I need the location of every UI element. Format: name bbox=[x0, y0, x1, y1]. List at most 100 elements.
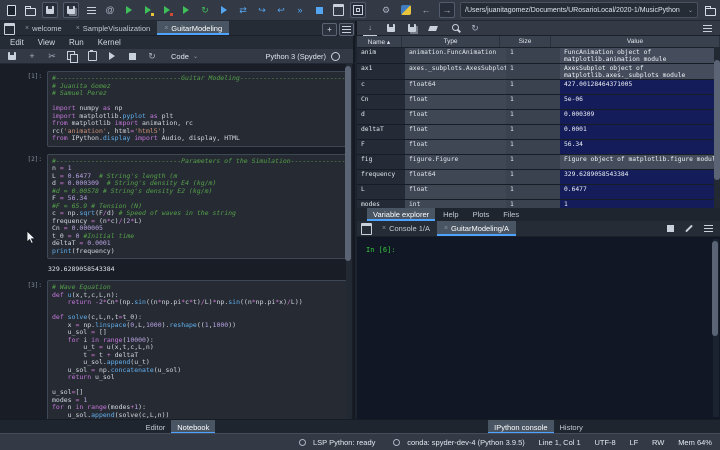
cell-code[interactable]: #--------------------------------Paramet… bbox=[47, 154, 347, 260]
close-tab-icon[interactable]: × bbox=[444, 225, 448, 232]
inspect-icon[interactable] bbox=[682, 222, 696, 236]
create-cell-icon[interactable] bbox=[84, 3, 98, 17]
cell-code[interactable]: #--------------------------------Guitar … bbox=[47, 71, 347, 147]
close-tab-icon[interactable]: × bbox=[25, 25, 29, 32]
debug-step-icon[interactable]: ⇄ bbox=[236, 3, 250, 17]
column-header-name[interactable]: Name ▴ bbox=[357, 36, 402, 47]
tools-wrench-icon[interactable]: ⚙ bbox=[379, 3, 393, 17]
variable-row-modes[interactable]: modesint11 bbox=[357, 200, 720, 208]
browse-tabs-icon[interactable] bbox=[2, 22, 16, 36]
menu-kernel[interactable]: Kernel bbox=[98, 38, 121, 47]
variable-row-c[interactable]: cfloat641427.00128464371005 bbox=[357, 80, 720, 95]
variable-value[interactable]: AxesSubplot object of matplotlib.axes._s… bbox=[560, 64, 720, 79]
variable-row-ax1[interactable]: ax1axes._subplots.AxesSubplot1AxesSubplo… bbox=[357, 64, 720, 80]
options-menu-icon[interactable] bbox=[339, 23, 354, 36]
close-tab-icon[interactable]: × bbox=[382, 225, 386, 232]
debug-step-into-icon[interactable]: ↪ bbox=[255, 3, 269, 17]
menu-view[interactable]: View bbox=[38, 38, 55, 47]
mode-tab-editor[interactable]: Editor bbox=[140, 420, 172, 434]
console-tab-GuitarModeling-A[interactable]: ×GuitarModeling/A bbox=[437, 221, 516, 236]
debug-step-return-icon[interactable]: ↩ bbox=[274, 3, 288, 17]
notebook-editor-pane[interactable]: [1]:#--------------------------------Gui… bbox=[0, 64, 355, 419]
pane-tab-variable-explorer[interactable]: Variable explorer bbox=[367, 208, 435, 221]
interrupt-kernel-icon[interactable] bbox=[663, 222, 677, 236]
refresh-icon[interactable]: ↻ bbox=[468, 21, 482, 35]
new-tab-icon[interactable]: + bbox=[322, 23, 337, 36]
pane-tab-files[interactable]: Files bbox=[497, 208, 525, 221]
variable-row-d[interactable]: dfloat10.000309 bbox=[357, 110, 720, 125]
variable-value[interactable]: 329.6289058543384 bbox=[560, 170, 720, 184]
browse-tabs-icon[interactable] bbox=[359, 222, 373, 236]
variable-row-deltaT[interactable]: deltaTfloat10.0001 bbox=[357, 125, 720, 140]
search-icon[interactable] bbox=[447, 21, 461, 35]
save-notebook-icon[interactable] bbox=[5, 49, 19, 63]
save-data-as-icon[interactable] bbox=[405, 21, 419, 35]
close-tab-icon[interactable]: × bbox=[164, 25, 168, 32]
run-icon[interactable] bbox=[105, 49, 119, 63]
mode-tab-notebook[interactable]: Notebook bbox=[171, 420, 215, 434]
variable-value[interactable]: 0.0001 bbox=[560, 125, 720, 139]
pane-tab-ipython-console[interactable]: IPython console bbox=[488, 420, 553, 434]
variable-value[interactable]: Figure object of matplotlib.figure modul… bbox=[560, 155, 720, 169]
menu-edit[interactable]: Edit bbox=[10, 38, 24, 47]
remove-variables-icon[interactable] bbox=[426, 21, 440, 35]
debug-continue-icon[interactable]: » bbox=[293, 3, 307, 17]
column-header-size[interactable]: Size bbox=[500, 36, 551, 47]
notebook-cell[interactable]: [3]:# Wave Equationdef u(x,t,c,L,n): ret… bbox=[0, 280, 347, 419]
paste-cell-icon[interactable] bbox=[85, 49, 99, 63]
variable-row-fig[interactable]: figfigure.Figure1Figure object of matplo… bbox=[357, 155, 720, 170]
variable-value[interactable]: 0.6477 bbox=[560, 185, 720, 199]
run-selection-icon[interactable] bbox=[179, 3, 193, 17]
variable-row-F[interactable]: Ffloat156.34 bbox=[357, 140, 720, 155]
add-cell-icon[interactable]: + bbox=[25, 49, 39, 63]
notebook-cell[interactable]: [2]:#--------------------------------Par… bbox=[0, 154, 347, 260]
run-cell-icon[interactable] bbox=[141, 3, 155, 17]
nav-forward-icon[interactable]: → bbox=[439, 2, 455, 18]
copy-cell-icon[interactable] bbox=[65, 49, 79, 63]
console-tab-Console-1-A[interactable]: ×Console 1/A bbox=[375, 221, 437, 236]
console-scrollbar[interactable] bbox=[713, 239, 719, 417]
options-menu-icon[interactable] bbox=[700, 21, 714, 35]
new-file-icon[interactable] bbox=[4, 3, 18, 17]
run-file-icon[interactable] bbox=[122, 3, 136, 17]
variable-value[interactable]: 427.00128464371005 bbox=[560, 80, 720, 94]
save-icon[interactable] bbox=[42, 2, 58, 18]
restart-icon[interactable]: ↻ bbox=[145, 49, 159, 63]
save-data-icon[interactable] bbox=[384, 21, 398, 35]
variable-explorer-pane[interactable]: Name ▴TypeSizeValue animanimation.FuncAn… bbox=[357, 36, 720, 208]
working-directory-combobox[interactable]: /Users/juanitagomez/Documents/URosarioLo… bbox=[460, 2, 698, 18]
options-menu-icon[interactable] bbox=[701, 222, 715, 236]
close-tab-icon[interactable]: × bbox=[76, 25, 80, 32]
fullscreen-icon[interactable] bbox=[350, 2, 366, 18]
variable-value[interactable]: FuncAnimation object of matplotlib.anima… bbox=[560, 48, 720, 63]
open-directory-icon[interactable] bbox=[703, 3, 717, 17]
import-data-icon[interactable]: ↓ bbox=[363, 21, 377, 36]
variable-explorer-scrollbar[interactable] bbox=[714, 47, 720, 208]
notebook-cell[interactable]: [1]:#--------------------------------Gui… bbox=[0, 71, 347, 147]
python-logo-icon[interactable] bbox=[399, 3, 413, 17]
variable-table-header[interactable]: Name ▴TypeSizeValue bbox=[357, 36, 720, 48]
editor-tab-SampleVisualization[interactable]: ×SampleVisualization bbox=[69, 21, 158, 35]
variable-row-Cn[interactable]: Cnfloat15e-06 bbox=[357, 95, 720, 110]
variable-row-anim[interactable]: animanimation.FuncAnimation1FuncAnimatio… bbox=[357, 48, 720, 64]
menu-run[interactable]: Run bbox=[69, 38, 84, 47]
pane-tab-history[interactable]: History bbox=[554, 420, 589, 434]
rerun-cell-icon[interactable]: ↻ bbox=[198, 3, 212, 17]
editor-tab-GuitarModeling[interactable]: ×GuitarModeling bbox=[157, 21, 229, 35]
editor-tab-welcome[interactable]: ×welcome bbox=[18, 21, 69, 35]
editor-scrollbar[interactable] bbox=[346, 64, 352, 419]
variable-value[interactable]: 56.34 bbox=[560, 140, 720, 154]
ipython-console-pane[interactable]: In [6]: bbox=[357, 237, 720, 419]
cell-type-dropdown[interactable]: Code ⌄ bbox=[171, 52, 198, 61]
nav-back-icon[interactable]: ← bbox=[419, 3, 433, 17]
variable-value[interactable]: 5e-06 bbox=[560, 95, 720, 109]
column-header-type[interactable]: Type bbox=[402, 36, 500, 47]
variable-row-frequency[interactable]: frequencyfloat641329.6289058543384 bbox=[357, 170, 720, 185]
cell-code[interactable]: # Wave Equationdef u(x,t,c,L,n): return … bbox=[47, 280, 347, 419]
debug-stop-icon[interactable] bbox=[312, 3, 326, 17]
column-header-value[interactable]: Value bbox=[551, 36, 720, 47]
open-file-icon[interactable] bbox=[23, 3, 37, 17]
interrupt-icon[interactable] bbox=[125, 49, 139, 63]
pane-tab-help[interactable]: Help bbox=[437, 208, 464, 221]
cut-cell-icon[interactable]: ✂ bbox=[45, 49, 59, 63]
